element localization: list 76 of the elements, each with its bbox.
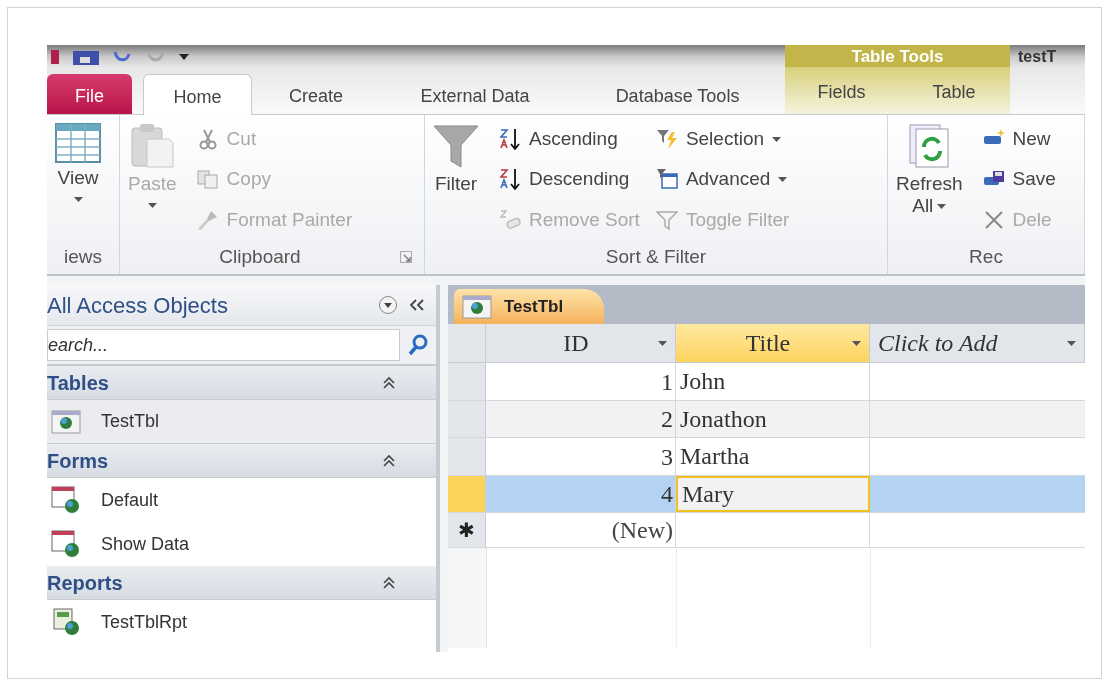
table-cell: Martha <box>676 438 870 475</box>
clipboard-icon <box>129 123 176 169</box>
group-label: Rec <box>968 244 1004 269</box>
group-label: Sort & Filter <box>604 244 708 269</box>
dialog-launcher-icon[interactable] <box>400 251 412 263</box>
table-icon <box>462 294 492 319</box>
ribbon-tab[interactable]: File <box>47 74 132 114</box>
document-tab[interactable]: TestTbl <box>454 289 604 324</box>
section-header[interactable]: Reports <box>47 566 436 600</box>
undo-icon[interactable] <box>111 49 133 64</box>
sort-descending-icon <box>499 168 521 191</box>
ribbon-tab[interactable]: Fields <box>785 67 898 114</box>
collapse-icon <box>382 453 396 468</box>
contextual-tab-group: Table Tools <box>785 45 1010 68</box>
caret-icon <box>852 340 861 346</box>
ribbon-button[interactable]: View <box>47 119 109 240</box>
funnel-icon <box>655 208 678 231</box>
ribbon-button[interactable]: Advanced <box>651 159 794 200</box>
funnel-icon <box>433 123 479 169</box>
table-cell: Mary <box>676 475 870 512</box>
ribbon-tab[interactable]: Create <box>252 74 380 114</box>
form-icon <box>51 530 81 558</box>
brush-icon <box>196 208 219 231</box>
group-label: Clipboard <box>218 244 302 269</box>
lightning-funnel-icon <box>655 128 678 151</box>
caret-icon <box>772 136 782 142</box>
caret-icon <box>658 340 667 346</box>
ribbon-tab[interactable]: Home <box>143 74 252 115</box>
collapse-icon <box>382 575 396 590</box>
ribbon-button[interactable]: Refresh All <box>888 119 971 240</box>
ribbon-button[interactable]: Filter <box>425 119 487 240</box>
report-icon <box>51 608 81 636</box>
table-cell: 3 <box>486 438 676 475</box>
ribbon-button[interactable]: Selection <box>651 119 794 160</box>
new-record-marker: ✱ <box>448 513 486 547</box>
form-icon <box>51 486 81 514</box>
x-icon <box>982 208 1005 231</box>
search-icon[interactable] <box>408 334 428 356</box>
collapse-icon[interactable] <box>410 299 424 311</box>
table-cell: (New) <box>486 513 676 547</box>
collapse-icon <box>382 375 396 390</box>
nav-item[interactable]: TestTbl <box>47 400 436 444</box>
caret-icon <box>1067 340 1076 346</box>
search-field[interactable]: earch... <box>47 329 400 361</box>
funnel-window-icon <box>655 168 678 191</box>
ribbon-button[interactable]: Descending <box>495 159 644 200</box>
section-header[interactable]: Forms <box>47 444 436 478</box>
ribbon-tab[interactable]: Database Tools <box>570 74 785 114</box>
ribbon-button[interactable]: Ascending <box>495 119 644 160</box>
sort-ascending-icon <box>499 128 521 151</box>
table-cell: Jonathon <box>676 400 870 437</box>
pane-title: All Access Objects <box>47 291 229 320</box>
table-icon <box>51 409 81 434</box>
group-label: iews <box>63 244 103 269</box>
save-icon[interactable] <box>73 48 99 65</box>
caret-icon[interactable] <box>179 53 189 60</box>
caret-icon <box>937 203 947 209</box>
ribbon-button[interactable]: New <box>978 119 1060 160</box>
caret-icon <box>147 203 157 208</box>
window-title: testT <box>1017 46 1057 67</box>
app-icon[interactable] <box>51 47 61 66</box>
column-header[interactable]: Click to Add <box>870 324 1085 362</box>
eraser-icon <box>499 208 521 231</box>
table-cell: John <box>676 363 870 400</box>
ribbon-tab[interactable]: External Data <box>380 74 570 114</box>
ribbon-button[interactable]: Save <box>978 159 1060 200</box>
column-header[interactable]: Title <box>676 324 870 362</box>
table-cell: 1 <box>486 363 676 400</box>
copy-icon <box>196 168 219 191</box>
ribbon-tab[interactable]: Table <box>898 67 1010 114</box>
caret-icon <box>73 197 83 202</box>
datasheet-icon <box>55 123 101 163</box>
caret-icon <box>778 177 788 182</box>
table-cell: 2 <box>486 400 676 437</box>
dropdown-icon[interactable] <box>378 295 398 315</box>
section-header[interactable]: Tables <box>47 366 436 400</box>
